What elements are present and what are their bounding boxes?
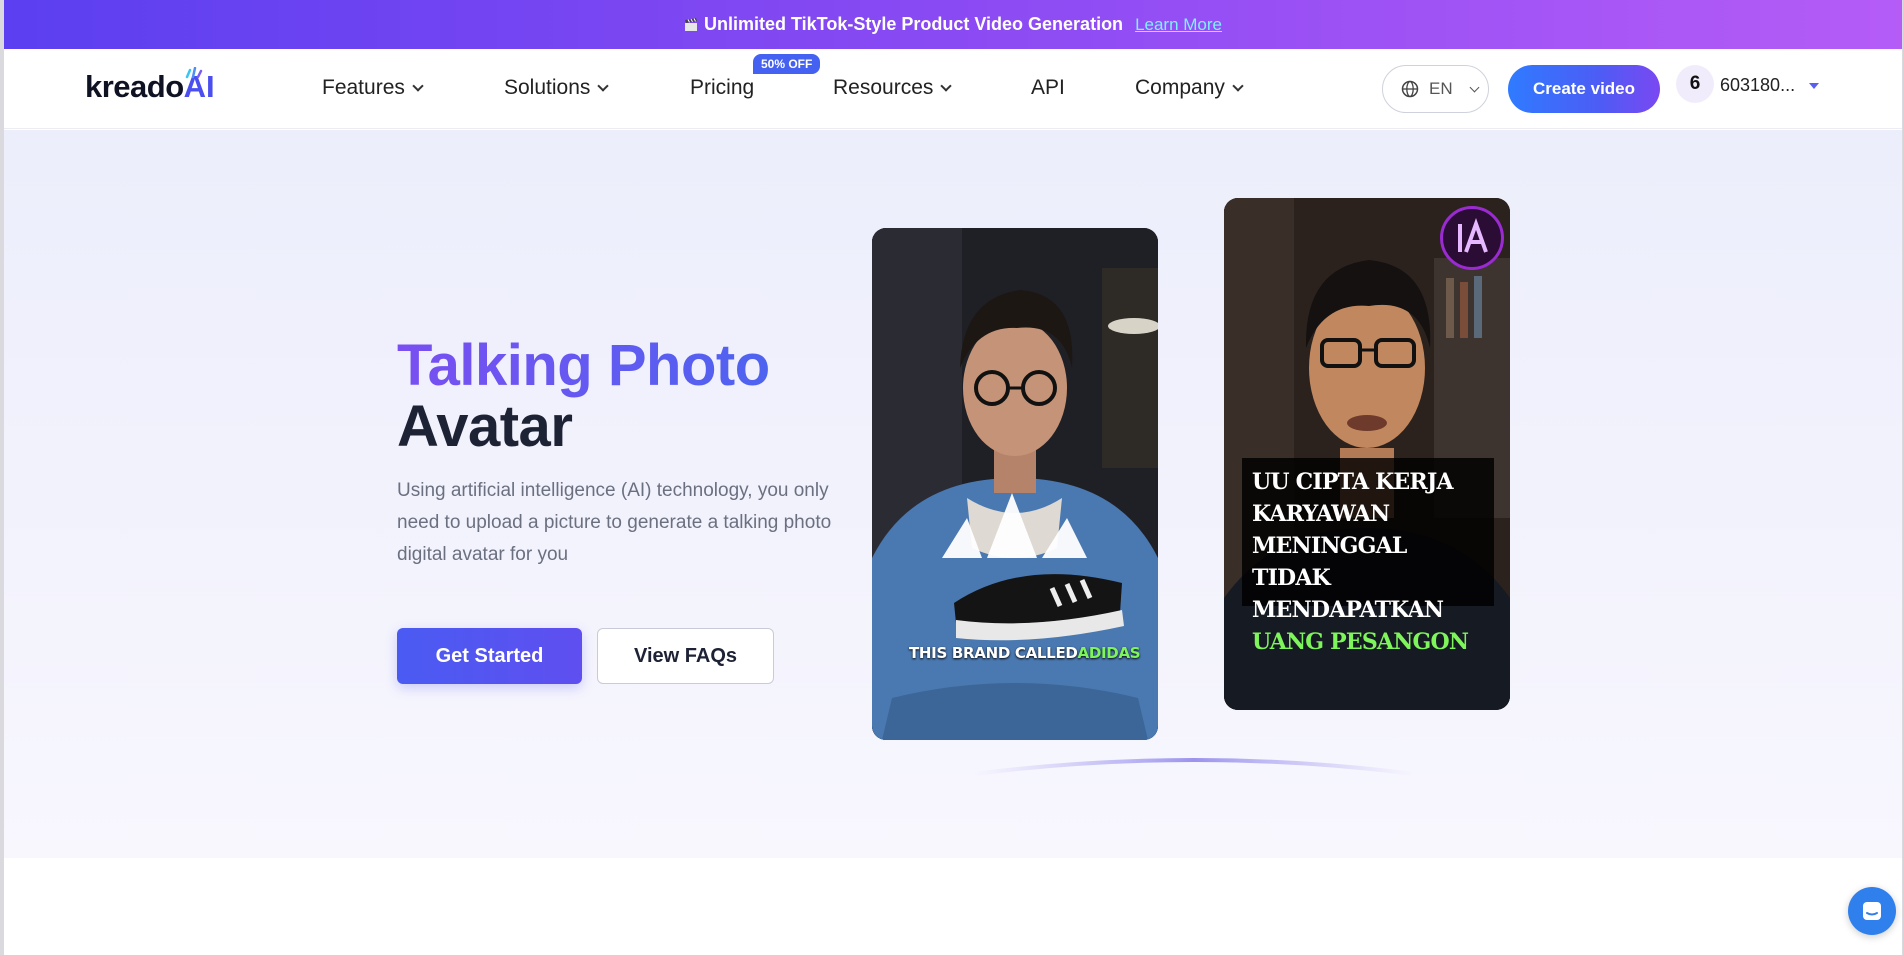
logo-sparkle-icon [185, 67, 203, 79]
nav-solutions[interactable]: Solutions [504, 76, 610, 100]
channel-logo-icon [1440, 206, 1504, 270]
chat-support-button[interactable] [1848, 887, 1896, 935]
nav-features[interactable]: Features [322, 76, 424, 100]
caption-2-highlight: UANG PESANGON [1252, 629, 1469, 655]
caption-1-highlight: ADIDAS [1077, 644, 1141, 662]
chevron-down-icon [1469, 82, 1480, 92]
banner-text: Unlimited TikTok-Style Product Video Gen… [703, 14, 1124, 34]
nav-solutions-label: Solutions [504, 76, 591, 99]
caption-2-line-1: UU CIPTA KERJA [1252, 469, 1454, 495]
caption-2-line-2: KARYAWAN MENINGGAL [1252, 501, 1407, 559]
nav-resources[interactable]: Resources [833, 76, 953, 100]
nav-pricing[interactable]: Pricing [690, 76, 754, 100]
discount-badge: 50% OFF [753, 54, 821, 74]
hero-title-highlight: Talking Photo [397, 333, 770, 398]
logo-text: kreado [85, 69, 184, 104]
avatar[interactable]: 6 [1676, 65, 1714, 103]
caption-2-line-3: TIDAK MENDAPATKAN [1252, 565, 1444, 623]
caret-down-icon [1809, 82, 1820, 89]
view-faqs-button[interactable]: View FAQs [597, 628, 774, 684]
nav-company-label: Company [1135, 76, 1225, 99]
chevron-down-icon [940, 79, 953, 92]
user-menu[interactable]: 603180... [1720, 75, 1820, 96]
video-caption-1: THIS BRAND CALLEDADIDAS [909, 644, 1141, 662]
username: 603180... [1720, 75, 1796, 95]
get-started-button[interactable]: Get Started [397, 628, 582, 684]
chat-icon [1863, 902, 1881, 920]
video-caption-2: UU CIPTA KERJA KARYAWAN MENINGGAL TIDAK … [1242, 458, 1494, 655]
nav-api[interactable]: API [1031, 76, 1065, 100]
decorative-arc [974, 758, 1414, 776]
create-video-button[interactable]: Create video [1508, 65, 1660, 113]
hero-title: Avatar [397, 394, 573, 459]
nav-resources-label: Resources [833, 76, 934, 99]
top-navigation: kreado AI Features Solutions Pricing 50% … [4, 49, 1902, 129]
avatar-photo-1 [872, 228, 1158, 740]
language-label: EN [1429, 79, 1453, 98]
nav-pricing-label: Pricing [690, 76, 755, 99]
globe-icon [1401, 80, 1419, 98]
avatar-video-card-2[interactable]: UU CIPTA KERJA KARYAWAN MENINGGAL TIDAK … [1224, 198, 1510, 710]
announcement-banner: Unlimited TikTok-Style Product Video Gen… [4, 0, 1902, 49]
kreado-logo[interactable]: kreado AI [85, 67, 215, 107]
chevron-down-icon [1232, 79, 1244, 92]
avatar-video-card-1[interactable]: THIS BRAND CALLEDADIDAS [872, 228, 1158, 740]
hero-description: Using artificial intelligence (AI) techn… [397, 480, 832, 565]
page: Unlimited TikTok-Style Product Video Gen… [4, 0, 1902, 955]
nav-features-label: Features [322, 76, 405, 99]
chevron-down-icon [412, 79, 424, 92]
language-selector[interactable]: EN [1382, 65, 1489, 113]
learn-more-link[interactable]: Learn More [1135, 15, 1222, 35]
chevron-down-icon [597, 79, 610, 92]
nav-api-label: API [1031, 76, 1065, 99]
hero-section: Talking Photo Avatar Using artificial in… [4, 130, 1902, 858]
clapperboard-icon [684, 17, 698, 32]
nav-company[interactable]: Company [1135, 76, 1244, 100]
caption-1-text: THIS BRAND CALLED [909, 644, 1078, 662]
